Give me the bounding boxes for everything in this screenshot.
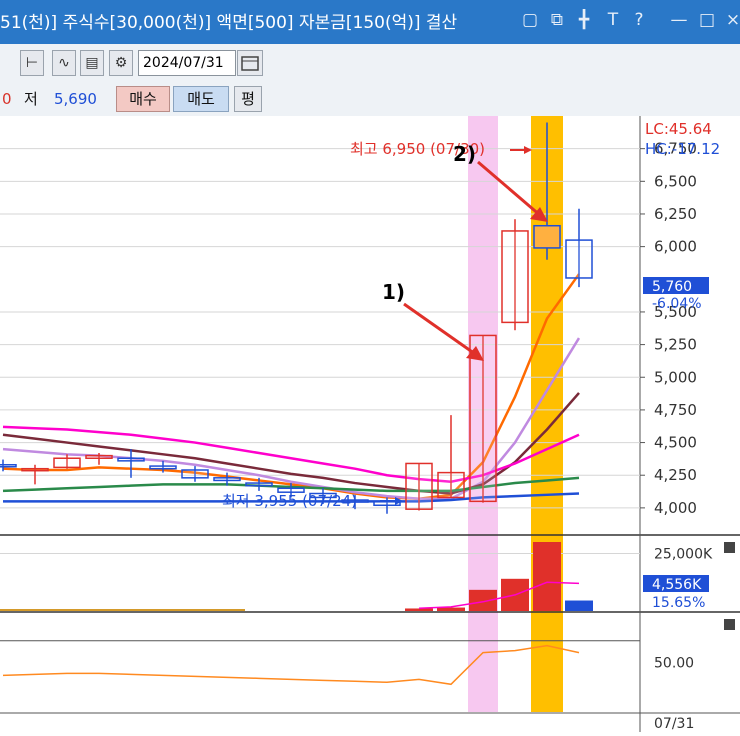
calendar-icon[interactable] [237, 50, 263, 76]
volume-current: 4,556K [652, 577, 702, 593]
gear-icon[interactable]: ⚙ [109, 50, 133, 76]
buy-button[interactable]: 매수 [116, 86, 170, 112]
price-tick-label: 4,500 [654, 434, 697, 452]
maximize-icon[interactable]: □ [696, 8, 718, 32]
line-type-icon[interactable]: ∿ [52, 50, 76, 76]
low-annotation: 최저 3,955 (07/24) [222, 492, 357, 510]
pane-close-icon [724, 542, 735, 553]
price-tick-label: 4,250 [654, 466, 697, 484]
candle-body [565, 239, 593, 279]
sell-button[interactable]: 매도 [173, 86, 229, 112]
text-icon[interactable]: T [602, 8, 624, 32]
candle-body [21, 467, 49, 472]
toolbar: ⊢ ∿ ▤ ⚙ 2024/07/31 0 저 5,690 매수 매도 평 [0, 44, 740, 116]
minimize-icon[interactable]: — [668, 8, 690, 32]
help-icon[interactable]: ? [628, 8, 650, 32]
volume-tick-label: 25,000K [654, 547, 713, 563]
current-change: -6.04% [652, 296, 702, 312]
price-tick-label: 6,500 [654, 172, 697, 190]
date-input[interactable]: 2024/07/31 [138, 50, 236, 76]
pane-close-icon [724, 619, 735, 630]
price-tick-label: 6,250 [654, 205, 697, 223]
price-tick-label: 5,250 [654, 336, 697, 354]
low-label: 저 [24, 90, 38, 108]
low-partial: 0 [2, 90, 12, 108]
candle-body [437, 471, 465, 499]
candle-body [0, 464, 17, 468]
window-title: 51(천)] 주식수[30,000(천)] 액면[500] 자본금[150(억)… [0, 13, 458, 33]
price-tick-label: 4,000 [654, 499, 697, 517]
candle-body [117, 457, 145, 462]
candle-body [85, 454, 113, 459]
stock-chart[interactable]: 25,000K 50.00 6,7506,5006,2506,0005,5005… [0, 116, 740, 732]
candle-body [405, 462, 433, 510]
x-date-label: 07/31 [654, 716, 694, 732]
callout-1: 1) [382, 280, 405, 304]
hc-label: HC:-17.12 [645, 140, 720, 158]
callout-2: 2) [453, 142, 476, 166]
volume-bar [437, 607, 465, 611]
candle-body [53, 457, 81, 469]
candle-type-icon[interactable]: ⊢ [20, 50, 44, 76]
candle-body [245, 482, 273, 487]
high-pointer-head [524, 146, 532, 154]
price-tick-label: 6,000 [654, 238, 697, 256]
candle-body [533, 224, 561, 249]
eval-button[interactable]: 평 [234, 86, 262, 112]
candle-body [149, 465, 177, 470]
candle-body [181, 469, 209, 479]
indicator-tick-label: 50.00 [654, 656, 694, 672]
copy-icon[interactable]: ▢ [519, 8, 541, 32]
volume-bar [405, 608, 433, 611]
lc-label: LC:45.64 [645, 120, 712, 138]
price-tick-label: 5,000 [654, 368, 697, 386]
pin-icon[interactable]: ╋ [573, 8, 595, 32]
save-icon[interactable]: ▤ [80, 50, 104, 76]
volume-ratio: 15.65% [652, 595, 705, 611]
low-value: 5,690 [54, 90, 97, 108]
volume-bar [533, 542, 561, 611]
current-price: 5,760 [652, 279, 692, 295]
price-tick-label: 4,750 [654, 401, 697, 419]
chart-area[interactable]: 25,000K 50.00 6,750 6,500 6,250 6,000 5,500 5… [0, 116, 740, 732]
title-bar: 51(천)] 주식수[30,000(천)] 액면[500] 자본금[150(억)… [0, 0, 740, 44]
restore-icon[interactable]: ⧉ [546, 8, 568, 32]
candle-body [501, 230, 529, 324]
candle-body [213, 477, 241, 482]
close-icon[interactable]: × [722, 8, 740, 32]
volume-bar [565, 600, 593, 611]
